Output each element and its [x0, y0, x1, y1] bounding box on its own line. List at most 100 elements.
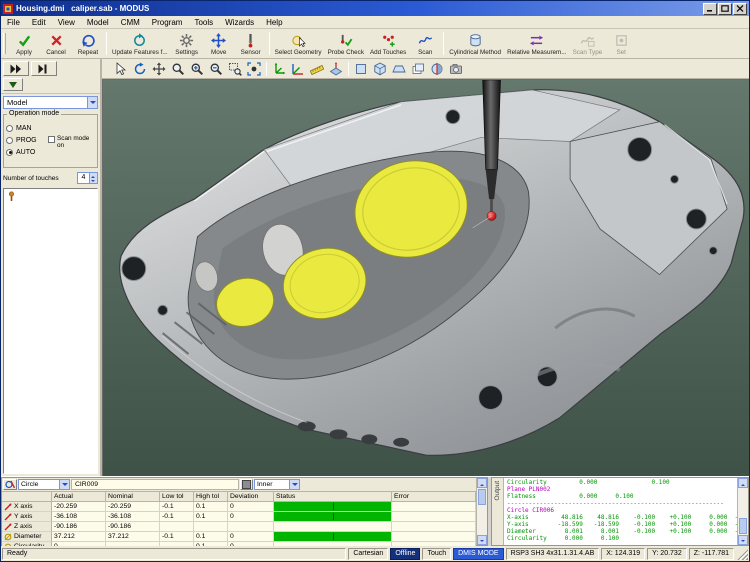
nominal-cell[interactable]: 37.212 [106, 532, 160, 542]
menu-file[interactable]: File [1, 16, 26, 29]
lowtol-cell[interactable]: -0.1 [160, 532, 194, 542]
col-actual[interactable]: Actual [52, 492, 106, 502]
feature-color-swatch[interactable] [240, 479, 253, 490]
menu-model[interactable]: Model [81, 16, 115, 29]
select-geometry-button[interactable]: Select Geometry [272, 29, 325, 58]
sensor-button[interactable]: Sensor [235, 29, 267, 58]
csys-button[interactable] [289, 60, 307, 77]
settings-button[interactable]: Settings [171, 29, 203, 58]
output-scrollbar[interactable] [737, 478, 748, 545]
lowtol-cell[interactable]: -0.1 [160, 512, 194, 522]
touches-spinner[interactable]: 4 [77, 172, 98, 184]
minimize-button[interactable] [703, 3, 717, 15]
probe-check-button[interactable]: Probe Check [325, 29, 367, 58]
axes-3d-button[interactable] [270, 60, 288, 77]
table-row-diameter[interactable]: Diameter 37.212 37.212 -0.1 0.1 0 [2, 532, 476, 542]
col-lowtol[interactable]: Low tol [160, 492, 194, 502]
inner-outer-combo[interactable]: Inner [254, 479, 300, 490]
update-features-button[interactable]: Update Features f... [109, 29, 171, 58]
col-status[interactable]: Status [274, 492, 392, 502]
touches-value[interactable]: 4 [78, 173, 89, 183]
scan-mode-checkbox[interactable]: Scan mode on [48, 135, 96, 149]
move-button[interactable]: Move [203, 29, 235, 58]
program-tree[interactable] [3, 188, 98, 474]
apply-button[interactable]: Apply [8, 29, 40, 58]
menu-edit[interactable]: Edit [26, 16, 52, 29]
feature-type-combo[interactable]: Circle [18, 479, 70, 490]
table-row-z-axis[interactable]: Z axis -90.186 -90.186 [2, 522, 476, 532]
menu-help[interactable]: Help [260, 16, 288, 29]
scan-button[interactable]: Scan [409, 29, 441, 58]
close-button[interactable] [733, 3, 747, 15]
nominal-cell[interactable]: -20.259 [106, 502, 160, 512]
nominal-cell[interactable]: -90.186 [106, 522, 160, 532]
status-coordinate-mode[interactable]: Cartesian [348, 548, 388, 560]
scroll-thumb[interactable] [739, 518, 747, 534]
view-iso-button[interactable] [371, 60, 389, 77]
col-deviation[interactable]: Deviation [228, 492, 274, 502]
section-view-button[interactable] [428, 60, 446, 77]
scroll-down-icon[interactable] [477, 535, 487, 545]
datum-plane-button[interactable] [327, 60, 345, 77]
3d-scene[interactable] [103, 80, 749, 476]
output-text[interactable]: Circularity 0.000 0.100 Plane PLN002 Fla… [504, 478, 737, 545]
actual-cell[interactable]: -36.108 [52, 512, 106, 522]
layers-button[interactable] [409, 60, 427, 77]
hightol-cell[interactable]: 0.1 [194, 502, 228, 512]
rotate-view-button[interactable] [131, 60, 149, 77]
col-nominal[interactable]: Nominal [106, 492, 160, 502]
cancel-button[interactable]: Cancel [40, 29, 72, 58]
view-top-button[interactable] [390, 60, 408, 77]
scroll-down-icon[interactable] [738, 535, 748, 545]
menu-cmm[interactable]: CMM [115, 16, 146, 29]
actual-cell[interactable]: -20.259 [52, 502, 106, 512]
menu-view[interactable]: View [52, 16, 81, 29]
relative-measurement-button[interactable]: Relative Measurem... [504, 29, 570, 58]
menu-wizards[interactable]: Wizards [219, 16, 260, 29]
maximize-button[interactable] [718, 3, 732, 15]
col-hightol[interactable]: High tol [194, 492, 228, 502]
menu-tools[interactable]: Tools [188, 16, 219, 29]
cylindrical-method-button[interactable]: Cylindrical Method [446, 29, 504, 58]
scroll-track[interactable] [477, 488, 487, 535]
model-selector[interactable]: Model [3, 96, 98, 109]
toolbar-grip[interactable] [3, 33, 6, 54]
zoom-window-button[interactable] [226, 60, 244, 77]
status-dmis-mode[interactable]: DMIS MODE [453, 548, 503, 560]
titlebar[interactable]: Housing.dmi caliper.sab - MODUS [1, 1, 749, 16]
zoom-out-button[interactable] [207, 60, 225, 77]
scroll-up-icon[interactable] [738, 478, 748, 488]
spinner-buttons[interactable] [89, 173, 97, 183]
lowtol-cell[interactable] [160, 522, 194, 532]
status-probe-info[interactable]: RSP3 SH3 4x31.1.31.4.AB [506, 548, 600, 560]
repeat-button[interactable]: Repeat [72, 29, 104, 58]
spinner-down-icon[interactable] [90, 178, 97, 183]
lowtol-cell[interactable]: -0.1 [160, 502, 194, 512]
resize-grip[interactable] [736, 548, 748, 560]
zoom-button[interactable] [169, 60, 187, 77]
actual-cell[interactable]: 37.212 [52, 532, 106, 542]
view-front-button[interactable] [352, 60, 370, 77]
table-row-y-axis[interactable]: Y axis -36.108 -36.108 -0.1 0.1 0 [2, 512, 476, 522]
hightol-cell[interactable] [194, 522, 228, 532]
hightol-cell[interactable]: 0.1 [194, 532, 228, 542]
feature-options-button[interactable] [3, 479, 17, 490]
run-to-end-button[interactable] [31, 61, 57, 76]
table-scrollbar[interactable] [476, 478, 487, 545]
hightol-cell[interactable]: 0.1 [194, 512, 228, 522]
pan-button[interactable] [150, 60, 168, 77]
zoom-extents-button[interactable] [245, 60, 263, 77]
status-touch-mode[interactable]: Touch [422, 548, 451, 560]
scroll-up-icon[interactable] [477, 478, 487, 488]
col-error[interactable]: Error [392, 492, 476, 502]
menu-program[interactable]: Program [146, 16, 189, 29]
output-tab[interactable]: Output [492, 478, 504, 545]
zoom-in-button[interactable] [188, 60, 206, 77]
measure-button[interactable] [308, 60, 326, 77]
nominal-cell[interactable]: -36.108 [106, 512, 160, 522]
radio-man[interactable]: MAN [6, 122, 95, 134]
camera-button[interactable] [447, 60, 465, 77]
step-down-button[interactable] [3, 78, 23, 91]
run-program-button[interactable] [3, 61, 29, 76]
table-row-x-axis[interactable]: X axis -20.259 -20.259 -0.1 0.1 0 [2, 502, 476, 512]
